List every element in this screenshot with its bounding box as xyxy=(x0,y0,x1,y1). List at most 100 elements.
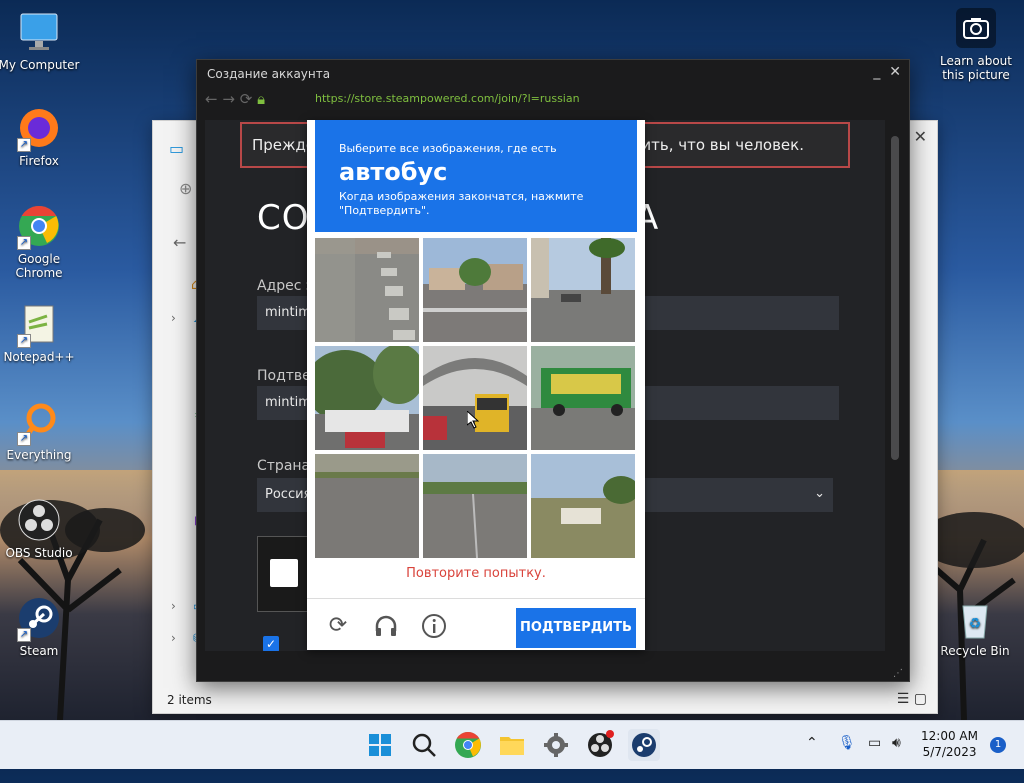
explorer-close-icon[interactable]: ✕ xyxy=(914,127,927,146)
desktop-icon-label: Firefox xyxy=(19,154,59,168)
window-title: Создание аккаунта xyxy=(207,67,331,81)
shortcut-arrow-icon: ↗ xyxy=(17,628,31,642)
email-label: Адрес э xyxy=(257,278,314,294)
microphone-icon[interactable]: 🎙︎ xyxy=(838,735,856,783)
forward-icon[interactable]: → xyxy=(222,90,235,108)
notification-badge[interactable]: 1 xyxy=(990,737,1006,753)
notice-text-left: Прежде xyxy=(252,136,316,154)
taskbar: ⌃ 🎙︎ ▭ 🔊︎ 12:00 AM 5/7/2023 1 xyxy=(0,720,1024,769)
window-controls: _ ✕ xyxy=(873,64,901,80)
learn-about-picture[interactable]: Learn about this picture xyxy=(938,8,1014,82)
monitor-icon: ▭ xyxy=(169,139,185,158)
obs-icon xyxy=(17,498,61,542)
explorer-status-text: 2 items xyxy=(167,693,212,707)
file-explorer-taskbar-icon[interactable] xyxy=(496,729,528,761)
minimize-icon[interactable]: _ xyxy=(873,64,880,80)
captcha-tile[interactable] xyxy=(423,238,527,342)
url-text[interactable]: https://store.steampowered.com/join/?l=r… xyxy=(315,92,580,105)
desktop-icon-label: My Computer xyxy=(0,58,80,72)
captcha-prompt: Выберите все изображения, где есть xyxy=(339,142,557,155)
desktop-icon-notepadpp[interactable]: ↗ Notepad++ xyxy=(0,302,81,364)
camera-icon xyxy=(956,8,996,48)
captcha-target: автобус xyxy=(339,158,448,186)
back-arrow-icon[interactable]: ← xyxy=(173,233,186,252)
desktop-icon-recycle-bin[interactable]: ♻ Recycle Bin xyxy=(933,596,1017,658)
svg-text:♻: ♻ xyxy=(969,616,982,632)
desktop-icon-label: OBS Studio xyxy=(5,546,73,560)
captcha-instructions: Когда изображения закончатся, нажмите "П… xyxy=(339,190,584,217)
shortcut-arrow-icon: ↗ xyxy=(17,334,31,348)
captcha-footer: ⟳ ПОДТВЕРДИТЬ xyxy=(307,598,645,651)
agree-checkbox[interactable]: ✓ xyxy=(263,636,279,651)
info-icon[interactable] xyxy=(421,613,447,639)
tray-overflow-chevron-icon[interactable]: ⌃ xyxy=(806,735,818,783)
chevron-down-icon: ⌄ xyxy=(814,486,825,501)
reload-icon[interactable]: ⟳ xyxy=(325,613,351,639)
country-value: Россия xyxy=(265,487,312,502)
captcha-grid xyxy=(315,238,637,560)
search-icon[interactable] xyxy=(408,729,440,761)
country-label: Страна xyxy=(257,458,311,474)
desktop-icon-obs[interactable]: OBS Studio xyxy=(0,498,81,560)
expand-chevron-icon[interactable]: › xyxy=(171,599,176,613)
url-bar: ← → ⟳ 🔒︎ https://store.steampowered.com/… xyxy=(197,88,909,110)
desktop-icon-label: Google Chrome xyxy=(15,252,63,280)
shortcut-arrow-icon: ↗ xyxy=(17,432,31,446)
captcha-tile[interactable] xyxy=(315,346,419,450)
resize-grip-icon[interactable]: ⋰ xyxy=(893,668,903,679)
clock[interactable]: 12:00 AM 5/7/2023 xyxy=(921,728,978,760)
captcha-tile[interactable] xyxy=(531,238,635,342)
steam-taskbar-icon[interactable] xyxy=(628,729,660,761)
desktop-icon-label: Recycle Bin xyxy=(940,644,1010,658)
recycle-bin-icon: ♻ xyxy=(953,596,997,640)
captcha-tile[interactable] xyxy=(531,454,635,558)
captcha-error: Повторите попытку. xyxy=(406,566,546,581)
monitor-icon xyxy=(17,10,61,54)
network-tray-icon[interactable]: ▭ xyxy=(868,735,881,783)
steam-icon: ↗ xyxy=(17,596,61,642)
settings-gear-icon[interactable] xyxy=(540,729,572,761)
notepadpp-icon: ↗ xyxy=(17,302,61,348)
captcha-verify-button[interactable]: ПОДТВЕРДИТЬ xyxy=(516,608,636,648)
captcha-tile[interactable] xyxy=(531,346,635,450)
back-icon[interactable]: ← xyxy=(205,90,218,108)
desktop-icon-my-computer[interactable]: My Computer xyxy=(0,10,81,72)
captcha-tile[interactable] xyxy=(423,454,527,558)
captcha-tile[interactable] xyxy=(315,454,419,558)
firefox-icon: ↗ xyxy=(17,106,61,152)
captcha-tile[interactable] xyxy=(423,346,527,450)
start-button[interactable] xyxy=(364,729,396,761)
headphones-icon[interactable] xyxy=(373,613,399,639)
shortcut-arrow-icon: ↗ xyxy=(17,138,31,152)
clock-date: 5/7/2023 xyxy=(922,745,977,759)
page-heading-left: СО xyxy=(257,198,310,238)
obs-taskbar-icon[interactable] xyxy=(584,729,616,761)
mouse-cursor-icon xyxy=(467,411,479,429)
desktop-icon-steam[interactable]: ↗ Steam xyxy=(0,596,81,658)
recaptcha-checkbox[interactable] xyxy=(270,559,298,587)
expand-chevron-icon[interactable]: › xyxy=(171,631,176,645)
expand-chevron-icon[interactable]: › xyxy=(171,311,176,325)
lock-icon: 🔒︎ xyxy=(257,90,266,108)
everything-search-icon: ↗ xyxy=(17,400,61,446)
volume-icon[interactable]: 🔊︎ xyxy=(892,735,901,783)
chrome-icon: ↗ xyxy=(17,204,61,250)
reload-icon[interactable]: ⟳ xyxy=(240,90,253,108)
close-icon[interactable]: ✕ xyxy=(889,64,901,80)
desktop-icon-label: Everything xyxy=(6,448,72,462)
desktop-icon-label: Steam xyxy=(19,644,59,658)
shortcut-arrow-icon: ↗ xyxy=(17,236,31,250)
scrollbar[interactable] xyxy=(891,136,899,460)
add-tab-icon[interactable]: ⊕ xyxy=(179,179,192,198)
clock-time: 12:00 AM xyxy=(921,729,978,743)
desktop-icon-firefox[interactable]: ↗ Firefox xyxy=(0,106,81,168)
view-toggle-icons[interactable]: ☰ ▢ xyxy=(897,691,927,707)
nav-buttons: ← → ⟳ 🔒︎ xyxy=(205,90,265,108)
desktop-icon-everything[interactable]: ↗ Everything xyxy=(0,400,81,462)
desktop-icon-label: Notepad++ xyxy=(3,350,75,364)
desktop-icon-chrome[interactable]: ↗ Google Chrome xyxy=(0,204,81,280)
chrome-taskbar-icon[interactable] xyxy=(452,729,484,761)
learn-about-picture-label: Learn about this picture xyxy=(940,54,1012,82)
captcha-tile[interactable] xyxy=(315,238,419,342)
captcha-challenge: Выберите все изображения, где есть автоб… xyxy=(307,120,645,650)
